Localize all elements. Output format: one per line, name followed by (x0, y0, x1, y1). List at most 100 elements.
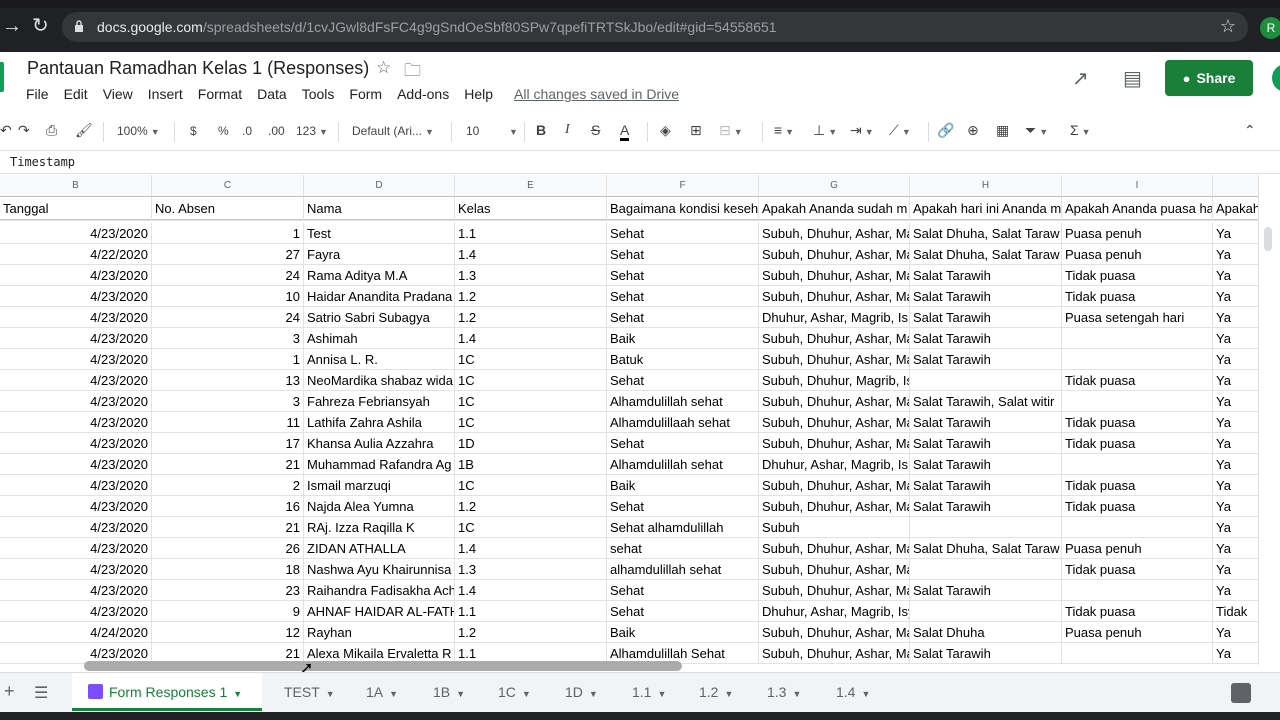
table-cell[interactable]: 4/23/2020 (0, 496, 152, 517)
table-cell[interactable]: Baik (607, 328, 759, 349)
bold-icon[interactable]: B (536, 122, 546, 138)
table-cell[interactable]: Ya (1213, 349, 1258, 370)
table-cell[interactable]: 4/23/2020 (0, 307, 152, 328)
table-cell[interactable]: Subuh (759, 517, 910, 538)
table-cell[interactable]: Test (304, 223, 455, 244)
column-header[interactable]: D (304, 175, 455, 197)
column-header[interactable]: F (607, 175, 759, 197)
table-cell[interactable]: 1.1 (455, 601, 607, 622)
text-rotation-icon[interactable]: ⟋ ▼ (889, 122, 911, 139)
table-cell[interactable]: 1.3 (455, 265, 607, 286)
table-cell[interactable]: 1.2 (455, 622, 607, 643)
sheet-tab[interactable]: 1C ▼ (484, 673, 548, 711)
table-cell[interactable] (1062, 349, 1213, 370)
table-cell[interactable]: Salat Tarawih (910, 328, 1062, 349)
table-cell[interactable]: Ya (1213, 223, 1258, 244)
table-cell[interactable]: Ya (1213, 391, 1258, 412)
table-cell[interactable]: Raihandra Fadisakha Ach (304, 580, 455, 601)
undo-icon[interactable]: ↶ (0, 122, 12, 139)
table-cell[interactable]: Haidar Anandita Pradana (304, 286, 455, 307)
table-cell[interactable]: Subuh, Dhuhur, Ashar, Ma (759, 391, 910, 412)
all-sheets-icon[interactable]: ☰ (34, 683, 48, 703)
table-cell[interactable]: Ya (1213, 265, 1258, 286)
table-cell[interactable]: 4/23/2020 (0, 559, 152, 580)
table-cell[interactable]: 4/23/2020 (0, 475, 152, 496)
table-cell[interactable]: 1 (152, 349, 304, 370)
table-cell[interactable]: Puasa setengah hari (1062, 307, 1213, 328)
table-cell[interactable]: Ismail marzuqi (304, 475, 455, 496)
menu-data[interactable]: Data (257, 86, 287, 102)
table-cell[interactable]: 1.4 (455, 538, 607, 559)
table-cell[interactable]: 23 (152, 580, 304, 601)
menu-file[interactable]: File (26, 86, 49, 102)
table-cell[interactable]: Subuh, Dhuhur, Ashar, Ma (759, 622, 910, 643)
table-cell[interactable]: Sehat (607, 244, 759, 265)
table-cell[interactable] (1062, 454, 1213, 475)
table-cell[interactable]: Subuh, Dhuhur, Ashar, Ma (759, 328, 910, 349)
table-cell[interactable]: 1.2 (455, 307, 607, 328)
table-cell[interactable]: 1C (455, 412, 607, 433)
table-cell[interactable]: Salat Tarawih, Salat witir (910, 391, 1062, 412)
sheets-logo-icon[interactable] (0, 62, 4, 92)
column-header[interactable]: G (759, 175, 910, 197)
table-cell[interactable]: Tidak puasa (1062, 433, 1213, 454)
spreadsheet-grid[interactable]: Tanggal No. Absen Nama Kelas Bagaimana kondi… (0, 175, 1258, 665)
table-cell[interactable] (910, 601, 1062, 622)
table-cell[interactable]: Subuh, Dhuhur, Ashar, Ma (759, 538, 910, 559)
table-cell[interactable]: 1 (152, 223, 304, 244)
address-bar[interactable]: docs.google.com/spreadsheets/d/1cvJGwl8d… (62, 12, 1248, 42)
menu-edit[interactable]: Edit (64, 86, 88, 102)
chevron-down-icon[interactable]: ▼ (657, 689, 666, 699)
table-cell[interactable]: 4/23/2020 (0, 370, 152, 391)
table-cell[interactable]: Subuh, Dhuhur, Ashar, Ma (759, 496, 910, 517)
table-cell[interactable]: Subuh, Dhuhur, Ashar, Ma (759, 265, 910, 286)
chevron-down-icon[interactable]: ▼ (233, 689, 242, 699)
table-cell[interactable]: Nashwa Ayu Khairunnisa (304, 559, 455, 580)
header-cell[interactable]: Apakah hari ini Ananda m (910, 197, 1062, 221)
table-cell[interactable]: Satrio Sabri Subagya (304, 307, 455, 328)
table-cell[interactable]: Ya (1213, 454, 1258, 475)
bookmark-star-icon[interactable]: ☆ (1220, 16, 1236, 37)
column-header[interactable]: H (910, 175, 1062, 197)
table-cell[interactable]: Rama Aditya M.A (304, 265, 455, 286)
table-cell[interactable]: Subuh, Dhuhur, Ashar, Magrib, Isya (759, 559, 910, 580)
table-cell[interactable]: 24 (152, 307, 304, 328)
table-cell[interactable]: Ya (1213, 286, 1258, 307)
table-cell[interactable]: 4/23/2020 (0, 538, 152, 559)
horizontal-scroll-thumb[interactable] (84, 661, 682, 671)
star-icon[interactable]: ☆ (376, 58, 391, 78)
table-cell[interactable]: Subuh, Dhuhur, Ashar, Ma (759, 643, 910, 664)
table-cell[interactable]: Salat Tarawih (910, 286, 1062, 307)
table-cell[interactable]: 1.3 (455, 559, 607, 580)
table-cell[interactable]: 26 (152, 538, 304, 559)
italic-icon[interactable]: I (565, 122, 570, 138)
sheet-tab[interactable]: 1B ▼ (419, 673, 481, 711)
header-cell[interactable]: Apakah (1213, 197, 1258, 221)
horizontal-align-icon[interactable]: ≡ ▼ (774, 122, 794, 138)
header-cell[interactable]: Kelas (455, 197, 607, 221)
menu-addons[interactable]: Add-ons (397, 86, 449, 102)
add-sheet-icon[interactable]: + (4, 681, 15, 702)
table-cell[interactable]: Subuh, Dhuhur, Ashar, Ma (759, 580, 910, 601)
table-cell[interactable]: Salat Tarawih (910, 307, 1062, 328)
table-cell[interactable]: 13 (152, 370, 304, 391)
table-cell[interactable]: 1C (455, 391, 607, 412)
table-cell[interactable]: 4/23/2020 (0, 580, 152, 601)
comments-icon[interactable]: ▤ (1123, 66, 1142, 91)
account-avatar[interactable] (1272, 64, 1280, 92)
formula-bar[interactable]: Timestamp (0, 150, 1280, 174)
chevron-down-icon[interactable]: ▼ (522, 689, 531, 699)
table-cell[interactable]: 1B (455, 454, 607, 475)
header-cell[interactable]: No. Absen (152, 197, 304, 221)
increase-decimal-button[interactable]: .00 (268, 124, 285, 138)
header-cell[interactable]: Apakah Ananda puasa ha (1062, 197, 1213, 221)
save-status[interactable]: All changes saved in Drive (514, 86, 679, 102)
table-cell[interactable]: Subuh, Dhuhur, Ashar, Ma (759, 286, 910, 307)
chevron-down-icon[interactable]: ▼ (456, 689, 465, 699)
table-cell[interactable]: 21 (152, 454, 304, 475)
collapse-menu-icon[interactable]: ⌃ (1244, 122, 1256, 139)
table-cell[interactable]: Subuh, Dhuhur, Ashar, Ma (759, 475, 910, 496)
chevron-down-icon[interactable]: ▼ (589, 689, 598, 699)
more-formats-select[interactable]: 123 ▼ (296, 124, 328, 138)
table-cell[interactable]: 4/23/2020 (0, 517, 152, 538)
